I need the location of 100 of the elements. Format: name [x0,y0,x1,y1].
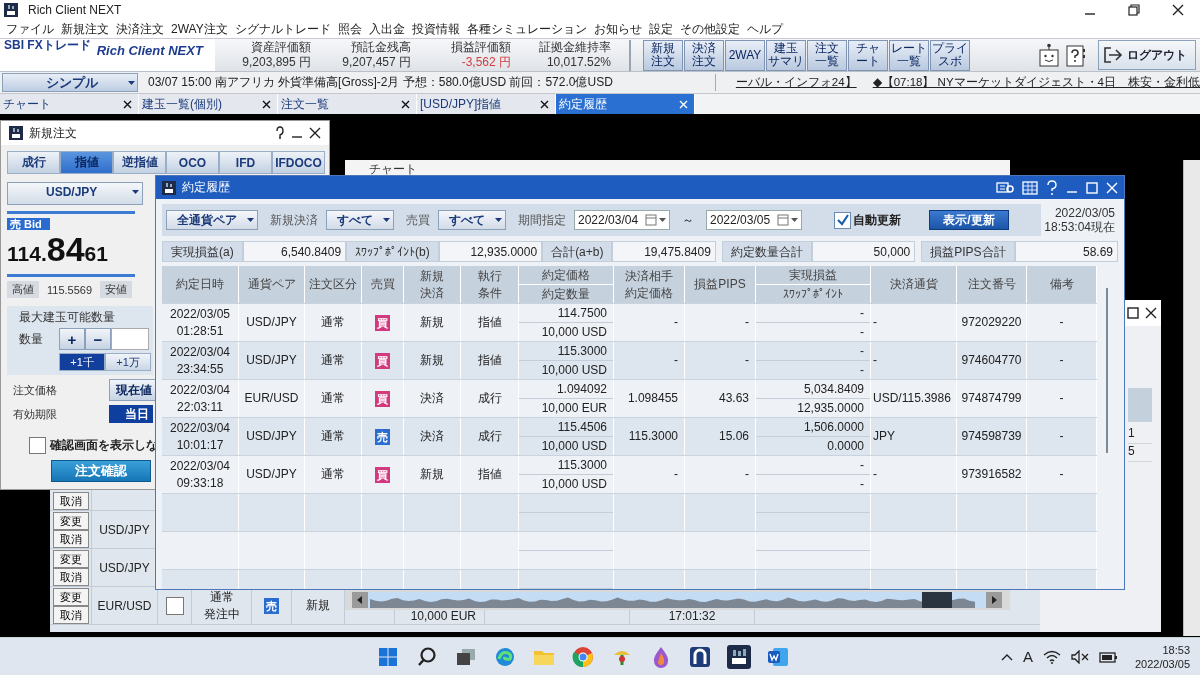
refresh-button[interactable]: 表示/更新 [929,210,1009,230]
dropdown[interactable]: すべて [326,210,394,230]
summary-label: 実現損益(a) [162,241,243,262]
menu-item[interactable]: 投資情報 [411,20,460,38]
row-action-button[interactable]: 変更 [52,550,89,568]
close-icon[interactable] [1145,307,1157,319]
menu-item[interactable]: お知らせ [593,20,642,38]
close-icon[interactable] [540,99,549,109]
tab[interactable]: 注文一覧 [278,94,417,114]
restore-icon[interactable] [1128,4,1140,16]
chart-app-icon[interactable] [726,644,751,669]
menu-item[interactable]: 決済注文 [116,20,164,38]
robot-icon[interactable] [1038,43,1060,67]
dropdown[interactable]: すべて [438,210,506,230]
shortcut-button[interactable]: 建玉 サマリ [766,39,806,71]
clock-date[interactable]: 2022/03/05 [1134,656,1190,671]
help-book-icon[interactable] [1066,43,1086,67]
menu-item[interactable]: 2WAY注文 [171,20,228,38]
view-select[interactable]: シンプル [2,73,138,92]
order-type-tab[interactable]: OCO [166,151,219,174]
checkbox[interactable] [165,596,184,615]
order-type-tab[interactable]: 逆指値 [113,151,166,174]
stat-label: 安値 [100,281,133,298]
summary-value: 12,935.0000 [438,241,543,262]
confirm-order-button[interactable]: 注文確認 [51,460,151,482]
order-type-tab[interactable]: 成行 [7,151,60,174]
row-action-button[interactable]: 変更 [52,512,89,530]
news-link[interactable]: ーバル・インフォ24】 [735,75,857,90]
pair-select[interactable]: USD/JPY [7,182,143,205]
tab[interactable]: 約定履歴 [556,94,695,114]
table-cell: - [1059,390,1064,407]
menu-item[interactable]: 照会 [337,20,362,38]
step-button[interactable]: +1千 [59,353,105,371]
display-settings-icon[interactable] [996,180,1014,195]
shortcut-button[interactable]: 注文 一覧 [807,39,847,71]
tab[interactable]: 建玉一覧(個別) [139,94,278,114]
clock-time[interactable]: 18:53 [1162,642,1190,657]
table-cell: USD/JPY [246,314,297,331]
shortcut-button[interactable]: レート 一覧 [889,39,929,71]
row-action-button[interactable]: 取消 [52,530,89,548]
menu-item[interactable]: その他設定 [679,20,740,38]
order-type-tab[interactable]: 指値 [60,151,113,174]
column-header: 注文番号 [957,266,1027,303]
shortcut-button[interactable]: チャ ート [848,39,888,71]
row-action-button[interactable]: 取消 [52,606,89,624]
shortcut-button[interactable]: プライ スボ [930,39,970,71]
checkbox[interactable] [834,211,851,229]
speaker-muted-icon[interactable] [1070,649,1089,664]
menu-item[interactable]: ヘルプ [746,20,783,38]
shortcut-button[interactable]: 決済 注文 [684,39,724,71]
maximize-icon[interactable] [1127,307,1139,319]
table-cell: 115.3000 [519,456,613,475]
close-icon[interactable] [309,127,321,139]
step-button[interactable]: +1万 [105,353,151,371]
table-cell: - [674,352,678,369]
date-field[interactable]: 2022/03/04 [574,210,670,230]
metric-value: 9,207,457 円 [342,55,411,70]
minus-button[interactable]: − [85,328,111,350]
ring-icon[interactable] [570,644,595,669]
input-indicator[interactable]: A [1022,648,1033,665]
arch-icon[interactable] [687,644,712,669]
row-action-button[interactable]: 変更 [52,588,89,606]
calendar-icon [777,214,789,226]
close-icon[interactable] [401,99,410,109]
news-link[interactable]: ◆【07:18】 NYマーケットダイジェスト・4日 株安・金利低 [872,75,1200,90]
close-icon[interactable] [262,99,271,109]
wifi-icon[interactable] [1042,649,1061,664]
table-cell: 指値 [477,352,502,369]
row-action-button[interactable]: 取消 [52,568,89,586]
table-cell-text: 10,000 EUR [540,400,608,417]
help-icon[interactable] [275,126,285,140]
menu-item[interactable]: 新規注文 [61,20,109,38]
close-icon[interactable] [123,99,132,109]
date-field[interactable]: 2022/03/05 [706,210,802,230]
expiry-select[interactable]: 当日 [109,405,153,423]
shortcut-button[interactable]: 新規 注文 [643,39,683,71]
tab[interactable]: [USD/JPY]指値 [417,94,556,114]
scrollbar[interactable] [1106,288,1108,453]
checkbox[interactable] [29,437,46,454]
row-action-button[interactable]: 取消 [52,492,89,510]
menu-item[interactable]: シグナルトレード [234,20,331,38]
table-cell: USD/115.3986 [873,390,951,407]
tab[interactable]: チャート [0,94,139,114]
shortcut-button[interactable]: 2WAY [725,39,765,71]
plus-button[interactable]: + [59,328,85,350]
close-icon[interactable] [1172,4,1184,16]
logout-button[interactable]: ログアウト [1098,40,1196,70]
battery-icon[interactable] [1098,649,1119,664]
summary-label: ｽﾜｯﾌﾟﾎﾟｲﾝﾄ(b) [346,241,439,262]
table-cell: 通常 [321,466,345,483]
order-type-tab[interactable]: IFDOCO [272,151,325,174]
quantity-field[interactable] [111,328,149,350]
spreadsheet-icon[interactable] [1022,180,1038,195]
menu-item[interactable]: 入出金 [368,20,405,38]
order-type-tab[interactable]: IFD [219,151,272,174]
menu-item[interactable]: 各種シミュレーション [466,20,587,38]
dropdown[interactable]: 全通貨ペア [166,210,258,230]
menu-item[interactable]: 設定 [648,20,673,38]
menu-item[interactable]: ファイル [6,20,54,38]
help-icon[interactable] [1046,179,1058,196]
